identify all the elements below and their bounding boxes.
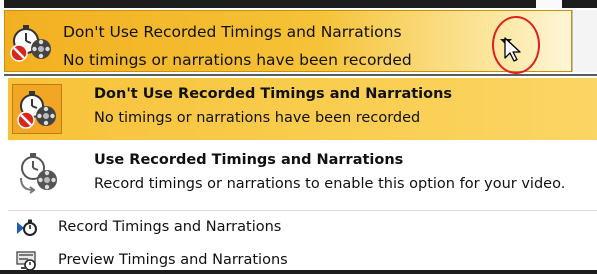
option-title: Don't Use Recorded Timings and Narration… (94, 86, 453, 102)
record-timings-item[interactable]: Record Timings and Narrations (8, 215, 597, 241)
dropdown-subtitle: No timings or narrations have been recor… (63, 51, 412, 69)
option-title: Use Recorded Timings and Narrations (94, 152, 404, 168)
timer-film-icon (20, 153, 57, 194)
option-dont-use-recorded[interactable]: Don't Use Recorded Timings and Narration… (8, 78, 597, 140)
timer-no-recording-icon (17, 91, 56, 129)
record-timings-label: Record Timings and Narrations (58, 219, 282, 235)
option-description: No timings or narrations have been recor… (94, 110, 421, 126)
option-description: Record timings or narrations to enable t… (94, 176, 566, 192)
window-bottom-edge (0, 270, 597, 274)
dropdown-title: Don't Use Recorded Timings and Narration… (63, 23, 402, 41)
option-use-recorded[interactable]: Use Recorded Timings and Narrations Reco… (8, 144, 597, 208)
menu-top-border (4, 74, 597, 76)
adjacent-control-edge (572, 10, 597, 72)
menu-separator (8, 210, 597, 211)
window-top-edge (0, 0, 597, 8)
option-icon-frame (12, 84, 62, 134)
timings-menu: Don't Use Recorded Timings and Narration… (4, 74, 597, 274)
preview-timings-icon (16, 251, 36, 271)
annotation-circle (492, 16, 540, 74)
record-timings-icon (17, 219, 37, 236)
timer-no-recording-icon (9, 23, 55, 63)
timings-dropdown[interactable]: Don't Use Recorded Timings and Narration… (4, 10, 572, 72)
preview-timings-label: Preview Timings and Narrations (58, 252, 288, 268)
